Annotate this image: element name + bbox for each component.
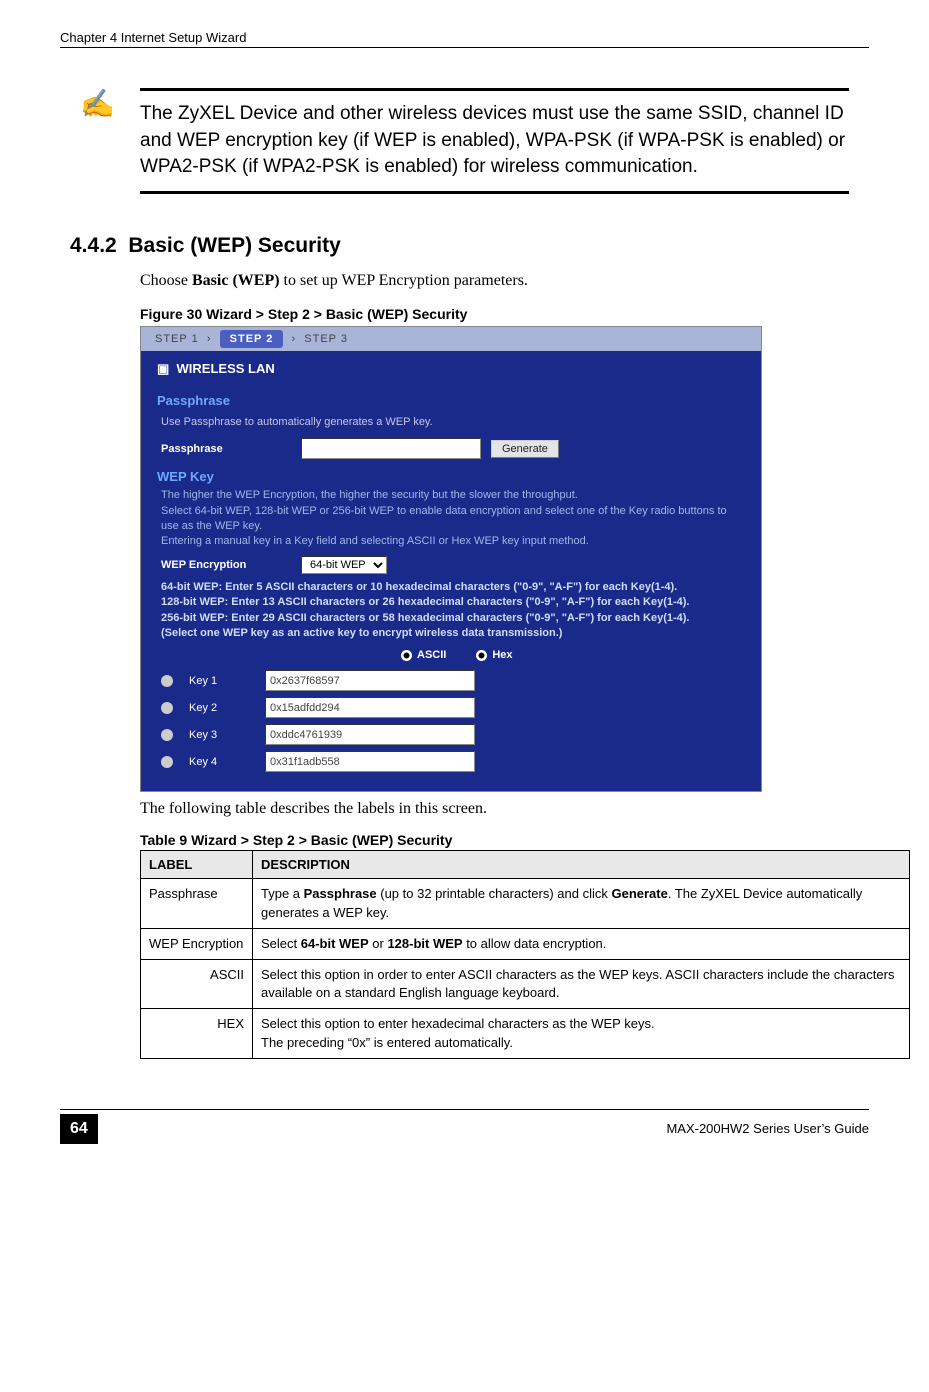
desc-text: or — [369, 936, 388, 951]
desc-text: (up to 32 printable characters) and clic… — [377, 886, 612, 901]
hex-radio[interactable]: Hex — [476, 649, 512, 661]
table-row: ASCII Select this option in order to ent… — [141, 959, 910, 1008]
key-4-input[interactable] — [265, 751, 475, 772]
bits-hint: 64-bit WEP: Enter 5 ASCII characters or … — [141, 578, 761, 644]
step-2-tab[interactable]: STEP 2 — [220, 330, 284, 348]
row-label: Passphrase — [141, 879, 253, 928]
desc-bold: 128-bit WEP — [387, 936, 462, 951]
desc-text: Type a — [261, 886, 304, 901]
key-4-label: Key 4 — [189, 756, 249, 768]
ascii-radio[interactable]: ASCII — [401, 649, 446, 661]
wireless-lan-title: ▣ WIRELESS LAN — [141, 351, 761, 387]
intro-bold: Basic (WEP) — [192, 272, 280, 289]
step-separator: › — [207, 333, 212, 345]
passphrase-hint: Use Passphrase to automatically generate… — [141, 410, 761, 435]
write-icon: ✍ — [80, 87, 115, 120]
wizard-screenshot: STEP 1 › STEP 2 › STEP 3 ▣ WIRELESS LAN … — [140, 326, 762, 793]
key-1-radio[interactable] — [161, 675, 173, 687]
radio-icon — [401, 650, 412, 661]
table-row: HEX Select this option to enter hexadeci… — [141, 1009, 910, 1058]
desc-bold: Generate — [611, 886, 667, 901]
step-1-tab[interactable]: STEP 1 — [155, 333, 199, 345]
row-label: WEP Encryption — [141, 928, 253, 959]
desc-bold: 64-bit WEP — [301, 936, 369, 951]
key-row-4: Key 4 — [141, 748, 761, 775]
passphrase-label: Passphrase — [161, 443, 291, 455]
key-3-input[interactable] — [265, 724, 475, 745]
table-row: WEP Encryption Select 64-bit WEP or 128-… — [141, 928, 910, 959]
step-3-tab[interactable]: STEP 3 — [304, 333, 348, 345]
table-row: Passphrase Type a Passphrase (up to 32 p… — [141, 879, 910, 928]
key-row-2: Key 2 — [141, 694, 761, 721]
key-row-1: Key 1 — [141, 667, 761, 694]
header-description: DESCRIPTION — [253, 851, 910, 879]
header-label: LABEL — [141, 851, 253, 879]
figure-caption: Figure 30 Wizard > Step 2 > Basic (WEP) … — [140, 306, 849, 322]
intro-paragraph: Choose Basic (WEP) to set up WEP Encrypt… — [140, 272, 849, 290]
step-separator: › — [291, 333, 296, 345]
desc-text: to allow data encryption. — [463, 936, 607, 951]
key-1-label: Key 1 — [189, 675, 249, 687]
desc-bold: Passphrase — [304, 886, 377, 901]
desc-text: Select — [261, 936, 301, 951]
description-table: LABEL DESCRIPTION Passphrase Type a Pass… — [140, 850, 910, 1058]
section-heading: 4.4.2 Basic (WEP) Security — [70, 234, 869, 258]
wepkey-section-label: WEP Key — [141, 463, 761, 486]
key-row-3: Key 3 — [141, 721, 761, 748]
passphrase-input[interactable] — [301, 438, 481, 459]
wep-encryption-row: WEP Encryption 64-bit WEP — [141, 552, 761, 578]
wizard-steps-bar: STEP 1 › STEP 2 › STEP 3 — [141, 327, 761, 351]
wep-encryption-select[interactable]: 64-bit WEP — [301, 556, 387, 574]
table-header-row: LABEL DESCRIPTION — [141, 851, 910, 879]
folder-icon: ▣ — [157, 361, 169, 376]
note-text: The ZyXEL Device and other wireless devi… — [140, 101, 849, 181]
row-label-sub: ASCII — [141, 959, 253, 1008]
key-2-input[interactable] — [265, 697, 475, 718]
wlan-title-text: WIRELESS LAN — [177, 361, 275, 376]
key-1-input[interactable] — [265, 670, 475, 691]
chapter-header: Chapter 4 Internet Setup Wizard — [60, 30, 869, 48]
wep-encryption-label: WEP Encryption — [161, 559, 291, 571]
ascii-hex-radio-row: ASCII Hex — [141, 643, 761, 667]
post-figure-text: The following table describes the labels… — [140, 800, 849, 818]
radio-icon — [476, 650, 487, 661]
page-number: 64 — [60, 1114, 98, 1144]
row-desc: Select this option in order to enter ASC… — [253, 959, 910, 1008]
table-caption: Table 9 Wizard > Step 2 > Basic (WEP) Se… — [140, 832, 849, 848]
key-2-radio[interactable] — [161, 702, 173, 714]
passphrase-section-label: Passphrase — [141, 387, 761, 410]
row-desc: Select this option to enter hexadecimal … — [253, 1009, 910, 1058]
ascii-label: ASCII — [417, 649, 446, 661]
section-title: Basic (WEP) Security — [128, 234, 340, 257]
intro-prefix: Choose — [140, 272, 192, 289]
row-label-sub: HEX — [141, 1009, 253, 1058]
row-desc: Type a Passphrase (up to 32 printable ch… — [253, 879, 910, 928]
hex-label: Hex — [492, 649, 512, 661]
page-footer: 64 MAX-200HW2 Series User’s Guide — [60, 1109, 869, 1144]
wep-intro-hint: The higher the WEP Encryption, the highe… — [141, 486, 761, 552]
guide-title: MAX-200HW2 Series User’s Guide — [666, 1121, 869, 1136]
passphrase-row: Passphrase Generate — [141, 434, 761, 463]
key-3-label: Key 3 — [189, 729, 249, 741]
row-desc: Select 64-bit WEP or 128-bit WEP to allo… — [253, 928, 910, 959]
intro-suffix: to set up WEP Encryption parameters. — [280, 272, 528, 289]
note-block: ✍ The ZyXEL Device and other wireless de… — [140, 88, 849, 194]
section-number: 4.4.2 — [70, 234, 117, 257]
generate-button[interactable]: Generate — [491, 440, 559, 458]
key-4-radio[interactable] — [161, 756, 173, 768]
key-2-label: Key 2 — [189, 702, 249, 714]
key-3-radio[interactable] — [161, 729, 173, 741]
